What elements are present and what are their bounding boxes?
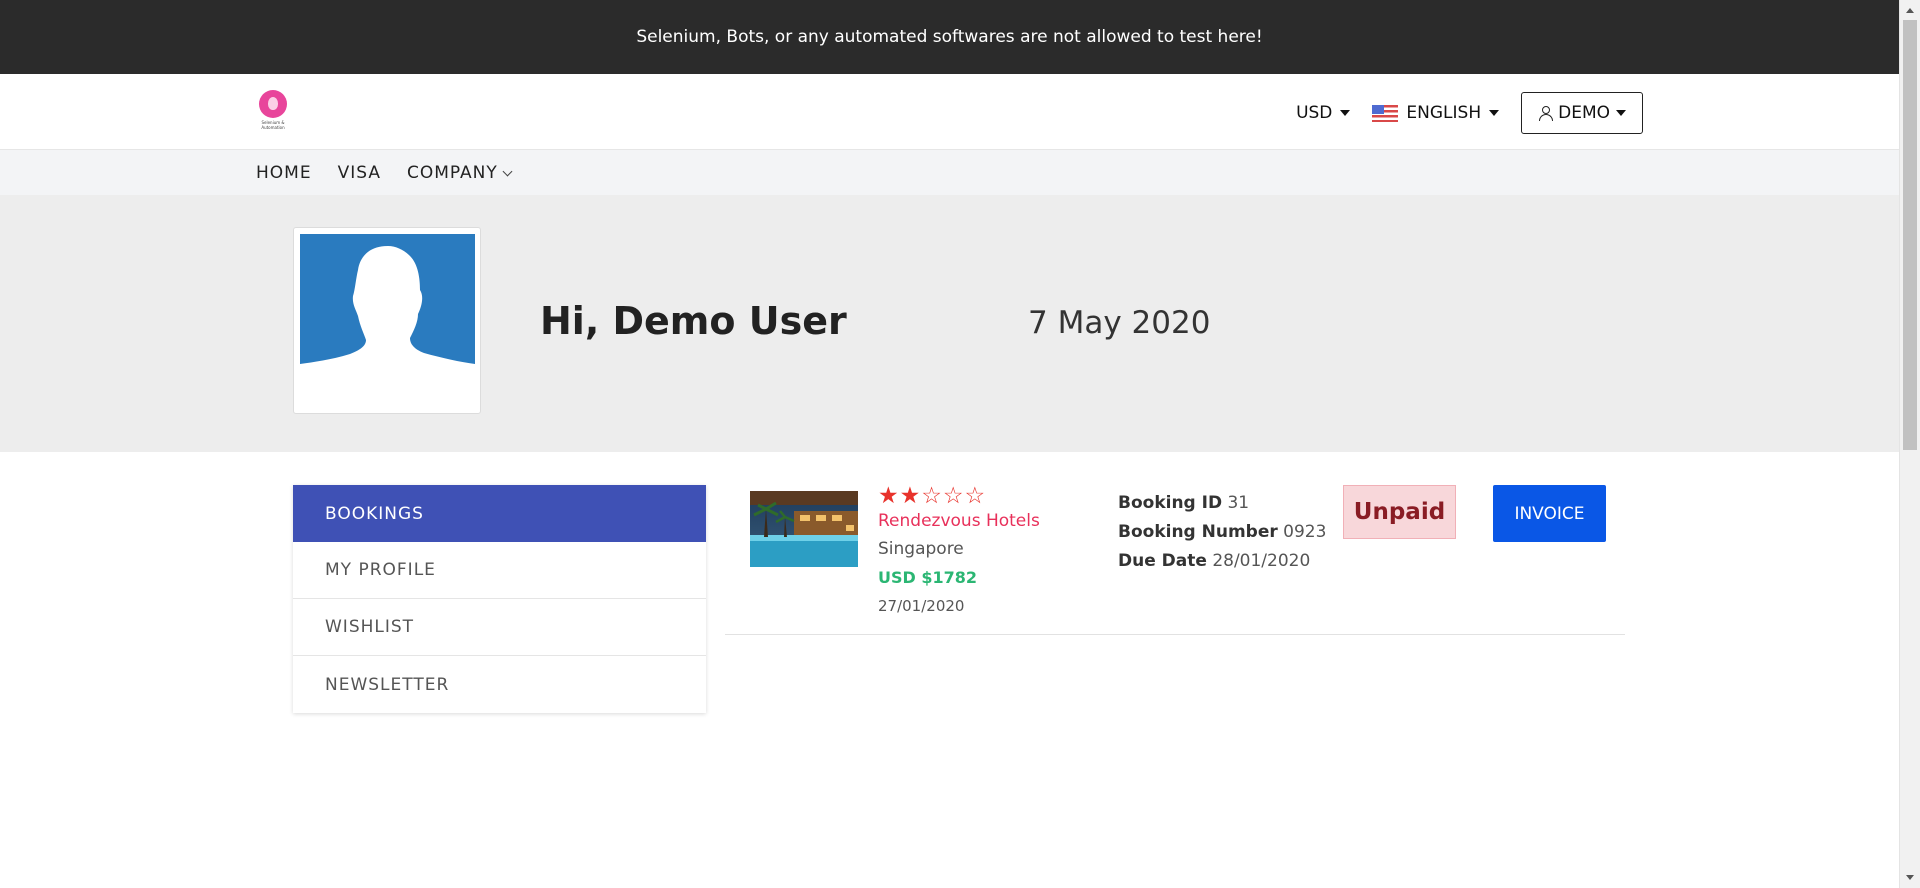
logo-tagline: Selenium & Automation xyxy=(261,120,285,130)
nav-item-home[interactable]: HOME xyxy=(256,163,312,183)
header-controls: USD ENGLISH DEMO xyxy=(1296,92,1643,134)
account-sidebar: BOOKINGS MY PROFILE WISHLIST NEWSLETTER xyxy=(293,485,706,713)
account-dropdown-button[interactable]: DEMO xyxy=(1521,92,1643,134)
star-filled-icon: ★ xyxy=(899,483,921,509)
booking-id-label: Booking ID xyxy=(1118,493,1223,513)
nav-item-visa[interactable]: VISA xyxy=(338,163,381,183)
booking-number-value: 0923 xyxy=(1283,522,1327,542)
nav-item-company-wrap[interactable]: COMPANY xyxy=(406,162,513,183)
booking-row: ★ ★ ☆ ☆ ☆ Rendezvous Hotels Singapore US… xyxy=(725,485,1625,635)
sidebar-item-my-profile[interactable]: MY PROFILE xyxy=(293,542,706,599)
sidebar-item-bookings[interactable]: BOOKINGS xyxy=(293,485,706,542)
scrollbar-thumb[interactable] xyxy=(1903,20,1917,450)
star-rating: ★ ★ ☆ ☆ ☆ xyxy=(878,483,986,509)
main-nav: HOME VISA COMPANY xyxy=(0,150,1899,195)
scroll-up-arrow-icon[interactable] xyxy=(1906,8,1914,13)
account-label: DEMO xyxy=(1558,103,1610,123)
language-label: ENGLISH xyxy=(1406,103,1482,123)
logo-icon xyxy=(259,90,287,118)
caret-down-icon xyxy=(1340,110,1351,116)
banner-text: Selenium, Bots, or any automated softwar… xyxy=(636,27,1263,47)
booking-number-label: Booking Number xyxy=(1118,522,1278,542)
booking-price: USD $1782 xyxy=(878,568,978,587)
booking-id-line: Booking ID 31 xyxy=(1118,489,1326,518)
user-silhouette-icon xyxy=(300,246,475,380)
greeting-heading: Hi, Demo User xyxy=(540,299,847,343)
booking-info: Booking ID 31 Booking Number 0923 Due Da… xyxy=(1118,489,1326,576)
vertical-scrollbar[interactable] xyxy=(1899,0,1920,888)
caret-down-icon xyxy=(1489,110,1500,116)
avatar xyxy=(300,234,475,380)
booking-date: 27/01/2020 xyxy=(878,597,965,615)
booking-number-line: Booking Number 0923 xyxy=(1118,518,1326,547)
invoice-button[interactable]: INVOICE xyxy=(1493,485,1606,542)
currency-label: USD xyxy=(1296,103,1333,123)
hotel-thumbnail[interactable] xyxy=(750,491,858,567)
star-empty-icon: ☆ xyxy=(964,483,986,509)
page: Selenium, Bots, or any automated softwar… xyxy=(0,0,1899,888)
hotel-name-link[interactable]: Rendezvous Hotels xyxy=(878,511,1040,531)
due-date-label: Due Date xyxy=(1118,551,1207,571)
current-date: 7 May 2020 xyxy=(1028,305,1211,341)
due-date-line: Due Date 28/01/2020 xyxy=(1118,547,1326,576)
caret-down-icon xyxy=(1616,110,1626,116)
star-empty-icon: ☆ xyxy=(942,483,964,509)
sidebar-item-newsletter[interactable]: NEWSLETTER xyxy=(293,656,706,713)
currency-dropdown[interactable]: USD xyxy=(1296,103,1351,123)
hotel-photo xyxy=(750,491,858,567)
booking-id-value: 31 xyxy=(1227,493,1250,513)
star-empty-icon: ☆ xyxy=(921,483,942,509)
scroll-down-arrow-icon[interactable] xyxy=(1906,875,1914,880)
warning-banner: Selenium, Bots, or any automated softwar… xyxy=(0,0,1899,74)
sidebar-item-wishlist[interactable]: WISHLIST xyxy=(293,599,706,656)
star-filled-icon: ★ xyxy=(878,483,899,509)
profile-band: Hi, Demo User 7 May 2020 xyxy=(0,195,1899,452)
chevron-down-icon xyxy=(502,166,513,176)
user-icon xyxy=(1538,106,1554,121)
site-header: Selenium & Automation USD ENGLISH DEMO xyxy=(0,74,1899,150)
payment-status-badge: Unpaid xyxy=(1343,485,1456,539)
us-flag-icon xyxy=(1372,104,1399,122)
language-dropdown[interactable]: ENGLISH xyxy=(1372,103,1500,123)
hotel-city: Singapore xyxy=(878,539,964,559)
due-date-value: 28/01/2020 xyxy=(1212,551,1311,571)
site-logo[interactable]: Selenium & Automation xyxy=(256,90,290,130)
nav-item-company: COMPANY xyxy=(406,162,498,183)
avatar-card xyxy=(293,227,481,414)
